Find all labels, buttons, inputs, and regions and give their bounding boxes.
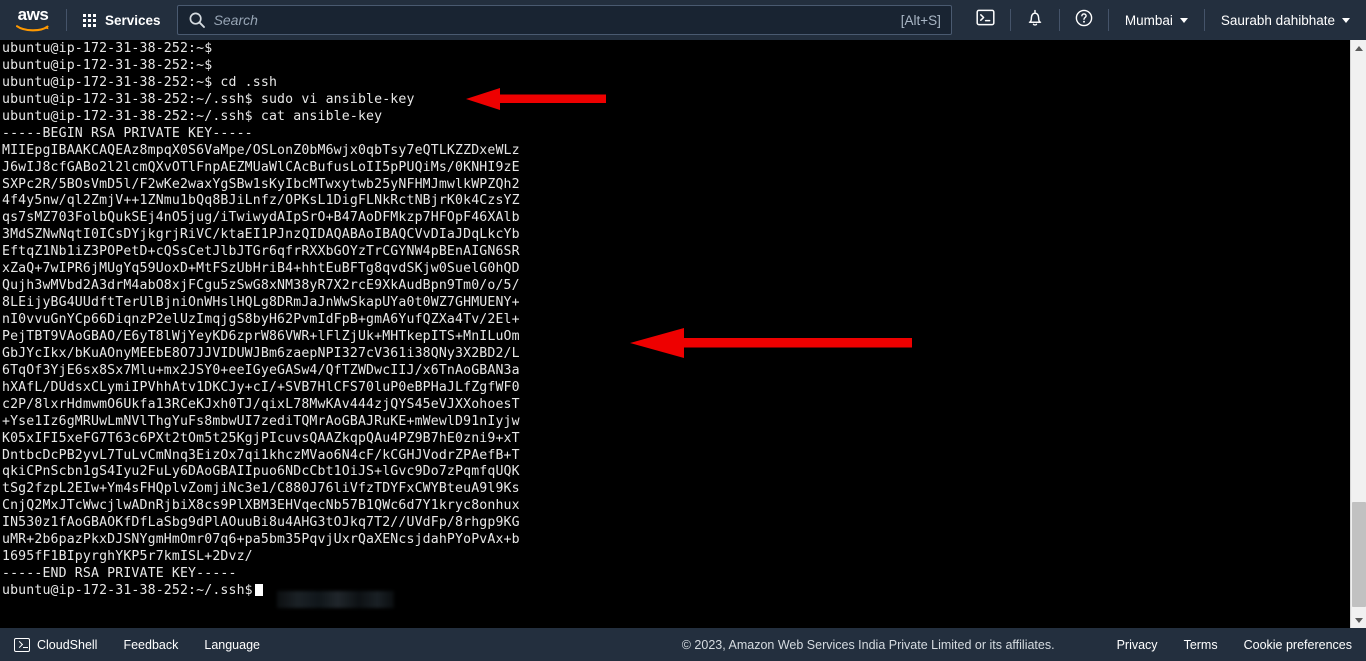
terminal-line: SXPc2R/5BOsVmD5l/F2wKe2waxYgSBw1sKyIbcMT… <box>2 176 520 192</box>
terminal-line: tSg2fzpL2EIw+Ym4sFHQplvZomjiNc3e1/C880J7… <box>2 481 520 497</box>
top-navigation-bar: aws Services [Alt+S] <box>0 0 1366 40</box>
arrow-pointing-to-sudo-vi-command <box>466 88 606 110</box>
aws-logo-text: aws <box>17 5 49 24</box>
footer-language-link[interactable]: Language <box>204 638 260 652</box>
aws-logo-icon: aws <box>12 5 54 33</box>
scroll-down-arrow-icon[interactable] <box>1351 612 1366 628</box>
terminal-line: ubuntu@ip-172-31-38-252:~$ <box>2 57 213 73</box>
terminal-line: Qujh3wMVbd2A3drM4abO8xjFCgu5zSwG8xNM38yR… <box>2 278 520 294</box>
terminal-line: ubuntu@ip-172-31-38-252:~$ cd .ssh <box>2 74 278 90</box>
terminal-line: qkiCPnScbn1gS4Iyu2FuLy6DAoGBAIIpuo6NDcCb… <box>2 464 520 480</box>
terminal-line: ubuntu@ip-172-31-38-252:~$ <box>2 41 213 56</box>
footer-terms-link[interactable]: Terms <box>1184 638 1218 652</box>
terminal-line: nI0vvuGnYCp66DiqnzP2elUzImqjgS8byH62PvmI… <box>2 312 520 327</box>
footer-cookie-preferences-link[interactable]: Cookie preferences <box>1244 638 1352 652</box>
account-menu[interactable]: Saurabh dahibhate <box>1205 0 1366 40</box>
search-input[interactable] <box>213 12 893 28</box>
terminal-line: -----BEGIN RSA PRIVATE KEY----- <box>2 125 253 141</box>
terminal-line: +Yse1Iz6gMRUwLmNVlThgYuFs8mbwUI7zediTQMr… <box>2 413 520 429</box>
cloudshell-launch-button[interactable] <box>962 0 1010 40</box>
region-selector[interactable]: Mumbai <box>1109 0 1204 40</box>
footer-copyright: © 2023, Amazon Web Services India Privat… <box>681 637 1055 652</box>
footer-cloudshell-label: CloudShell <box>37 637 98 652</box>
help-button[interactable] <box>1060 0 1108 40</box>
terminal-line: -----END RSA PRIVATE KEY----- <box>2 566 237 582</box>
terminal-line: ubuntu@ip-172-31-38-252:~/.ssh$ sudo vi … <box>2 91 415 107</box>
terminal-cursor <box>254 584 263 596</box>
terminal-line: GbJYcIkx/bKuAOnyMEEbE8O7JJVIDUWJBm6zaepN… <box>2 345 520 361</box>
footer-left-links: CloudShell Feedback Language <box>14 637 260 652</box>
scroll-up-arrow-icon[interactable] <box>1351 40 1366 56</box>
terminal-line: ubuntu@ip-172-31-38-252:~/.ssh$ <box>2 583 520 600</box>
terminal-line: MIIEpgIBAAKCAQEAz8mpqX0S6VaMpe/OSLonZ0bM… <box>2 142 520 158</box>
terminal-line: xZaQ+7wIPR6jMUgYq59UoxD+MtFSzUbHriB4+hht… <box>2 261 520 277</box>
notifications-button[interactable] <box>1011 0 1059 40</box>
cloudshell-terminal-icon <box>976 8 995 32</box>
terminal-line: DntbcDcPB2yvL7TuLvCmNnq3EizOx7qi1khczMVa… <box>2 447 520 463</box>
terminal-line: 8LEijyBG4UUdftTerUlBjniOnWHslHQLg8DRmJaJ… <box>2 295 520 311</box>
arrow-pointing-to-key-body <box>630 326 912 360</box>
scrollbar-thumb[interactable] <box>1352 502 1366 607</box>
terminal-line: 4f4y5nw/ql2ZmjV++1ZNmu1bQq8BJiLnfz/OPKsL… <box>2 193 520 209</box>
grid-menu-icon <box>83 13 96 27</box>
redacted-key-region <box>277 591 394 608</box>
footer-feedback-link[interactable]: Feedback <box>123 638 178 652</box>
terminal-line: IN530z1fAoGBAOKfDfLaSbg9dPlAOuuBi8u4AHG3… <box>2 515 520 531</box>
footer-cloudshell-button[interactable]: CloudShell <box>14 637 98 652</box>
services-menu-button[interactable]: Services <box>67 0 175 40</box>
question-circle-icon <box>1074 8 1094 33</box>
chevron-down-icon <box>1179 17 1188 23</box>
terminal-line: 3MdSZNwNqtI0ICsDYjkgrjRiVC/ktaEI1PJnzQID… <box>2 227 520 243</box>
terminal-line: hXAfL/DUdsxCLymiIPVhhAtv1DKCJy+cI/+SVB7H… <box>2 379 520 395</box>
terminal-line: qs7sMZ703FolbQukSEj4nO5jug/iTwiwydAIpSrO… <box>2 210 520 226</box>
search-icon <box>188 11 206 29</box>
nav-right-cluster: Mumbai Saurabh dahibhate <box>962 0 1366 40</box>
cloudshell-terminal-icon <box>14 637 30 652</box>
footer-bar: CloudShell Feedback Language © 2023, Ama… <box>0 628 1366 661</box>
bell-icon <box>1025 8 1045 33</box>
search-shortcut-hint: [Alt+S] <box>900 12 941 28</box>
terminal-line: c2P/8lxrHdmwmO6Ukfa13RCeKJxh0TJ/qixL78Mw… <box>2 396 520 412</box>
region-label: Mumbai <box>1124 12 1173 28</box>
terminal-line: 1695fF1BIpyrghYKP5r7kmISL+2Dvz/ <box>2 549 253 565</box>
footer-right-links: © 2023, Amazon Web Services India Privat… <box>682 638 1352 652</box>
vertical-scrollbar[interactable] <box>1350 40 1366 628</box>
aws-smile-icon <box>16 25 49 32</box>
global-search-bar[interactable]: [Alt+S] <box>176 5 952 35</box>
terminal-output: ubuntu@ip-172-31-38-252:~$ ubuntu@ip-172-… <box>2 40 520 600</box>
terminal-line: 6TqOf3YjE6sx8Sx7Mlu+mx2JSY0+eeIGyeGASw4/… <box>2 362 520 378</box>
terminal-line: J6wIJ8cfGABo2l2lcmQXvOTlFnpAEZMUaWlCAcBu… <box>2 159 520 175</box>
terminal-line: PejTBT9VAoGBAO/E6yT8lWjYeyKD6zprW86VWR+l… <box>2 328 520 344</box>
aws-logo-button[interactable]: aws <box>0 0 66 40</box>
terminal-line: uMR+2b6pazPkxDJSNYgmHmOmr07q6+pa5bm35Pqv… <box>2 532 520 548</box>
chevron-down-icon <box>1342 17 1350 23</box>
terminal-line: ubuntu@ip-172-31-38-252:~/.ssh$ cat ansi… <box>2 108 383 124</box>
terminal-line: EftqZ1Nb1iZ3POPetD+cQSsCetJlbJTGr6qfrRXX… <box>2 244 520 260</box>
terminal-line: K05xIFI5xeFG7T63c6PXt2tOm5t25KgjPIcuvsQA… <box>2 430 520 446</box>
footer-privacy-link[interactable]: Privacy <box>1117 638 1158 652</box>
services-menu-label: Services <box>105 12 161 28</box>
account-label: Saurabh dahibhate <box>1220 12 1335 28</box>
cloudshell-terminal[interactable]: ubuntu@ip-172-31-38-252:~$ ubuntu@ip-172-… <box>0 40 1350 628</box>
terminal-line: CnjQ2MxJTcWwcjlwADnRjbiX8cs9PlXBM3EHVqec… <box>2 498 520 514</box>
